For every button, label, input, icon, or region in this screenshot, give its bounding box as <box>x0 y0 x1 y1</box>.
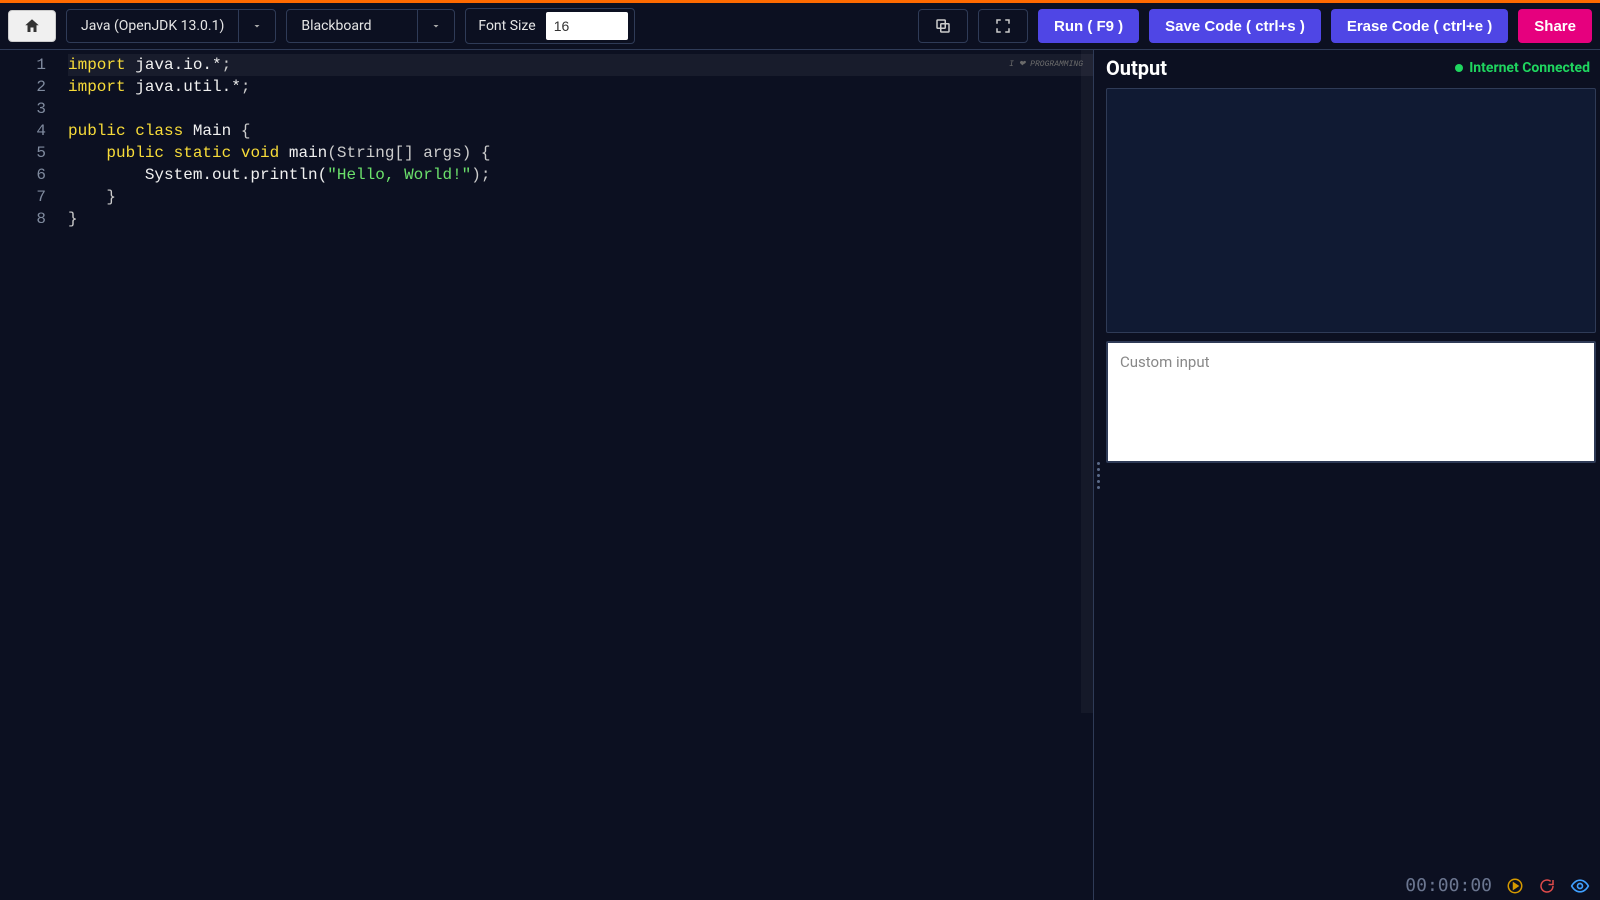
fullscreen-button[interactable] <box>978 9 1028 43</box>
status-dot-icon <box>1455 64 1463 72</box>
editor-watermark: I ❤ PROGRAMMING <box>1009 54 1083 76</box>
line-number: 2 <box>0 76 46 98</box>
share-button[interactable]: Share <box>1518 9 1592 43</box>
run-button[interactable]: Run ( F9 ) <box>1038 9 1139 43</box>
chevron-down-icon <box>417 10 454 42</box>
code-line: System.out.println("Hello, World!"); <box>68 164 1093 186</box>
font-size-input[interactable] <box>546 12 628 40</box>
main-area: 1 2 3 4 5 6 7 8 import java.io.*; import… <box>0 50 1600 900</box>
eye-icon[interactable] <box>1570 876 1590 896</box>
line-number: 4 <box>0 120 46 142</box>
custom-input[interactable] <box>1106 341 1596 463</box>
language-dropdown[interactable]: Java (OpenJDK 13.0.1) <box>66 9 276 43</box>
connection-status: Internet Connected <box>1455 60 1590 76</box>
line-number: 8 <box>0 208 46 230</box>
line-number: 3 <box>0 98 46 120</box>
font-size-group: Font Size <box>465 8 634 44</box>
timer: 00:00:00 <box>1405 875 1492 896</box>
save-button[interactable]: Save Code ( ctrl+s ) <box>1149 9 1321 43</box>
copy-icon <box>934 17 952 35</box>
code-line: import java.io.*; <box>68 54 1093 76</box>
language-label: Java (OpenJDK 13.0.1) <box>67 18 238 34</box>
code-line: } <box>68 186 1093 208</box>
code-line: public static void main(String[] args) { <box>68 142 1093 164</box>
splitter-handle[interactable] <box>1094 50 1102 900</box>
footer-bar: 00:00:00 <box>1405 875 1590 896</box>
status-text: Internet Connected <box>1469 60 1590 76</box>
code-line: import java.util.*; <box>68 76 1093 98</box>
copy-button[interactable] <box>918 9 968 43</box>
output-pane: Output Internet Connected 00:00:00 <box>1102 50 1600 900</box>
editor-pane: 1 2 3 4 5 6 7 8 import java.io.*; import… <box>0 50 1094 900</box>
output-header: Output Internet Connected <box>1102 50 1600 86</box>
drag-dots-icon <box>1097 462 1100 489</box>
home-button[interactable] <box>8 10 56 42</box>
line-number: 7 <box>0 186 46 208</box>
code-line: public class Main { <box>68 120 1093 142</box>
chevron-down-icon <box>238 10 275 42</box>
erase-button[interactable]: Erase Code ( ctrl+e ) <box>1331 9 1508 43</box>
code-line: } <box>68 208 1093 230</box>
output-console[interactable] <box>1106 88 1596 333</box>
top-toolbar: Java (OpenJDK 13.0.1) Blackboard Font Si… <box>0 3 1600 50</box>
theme-label: Blackboard <box>287 18 417 34</box>
line-number: 5 <box>0 142 46 164</box>
line-number: 1 <box>0 54 46 76</box>
fullscreen-icon <box>994 17 1012 35</box>
home-icon <box>23 17 41 35</box>
play-icon[interactable] <box>1506 877 1524 895</box>
code-line <box>68 98 1093 120</box>
scrollbar[interactable] <box>1081 50 1093 713</box>
reset-icon[interactable] <box>1538 877 1556 895</box>
theme-dropdown[interactable]: Blackboard <box>286 9 455 43</box>
code-area[interactable]: import java.io.*; import java.util.*; pu… <box>56 50 1093 900</box>
output-title: Output <box>1106 56 1167 80</box>
font-size-label: Font Size <box>478 18 535 34</box>
line-number: 6 <box>0 164 46 186</box>
line-gutter: 1 2 3 4 5 6 7 8 <box>0 50 56 900</box>
